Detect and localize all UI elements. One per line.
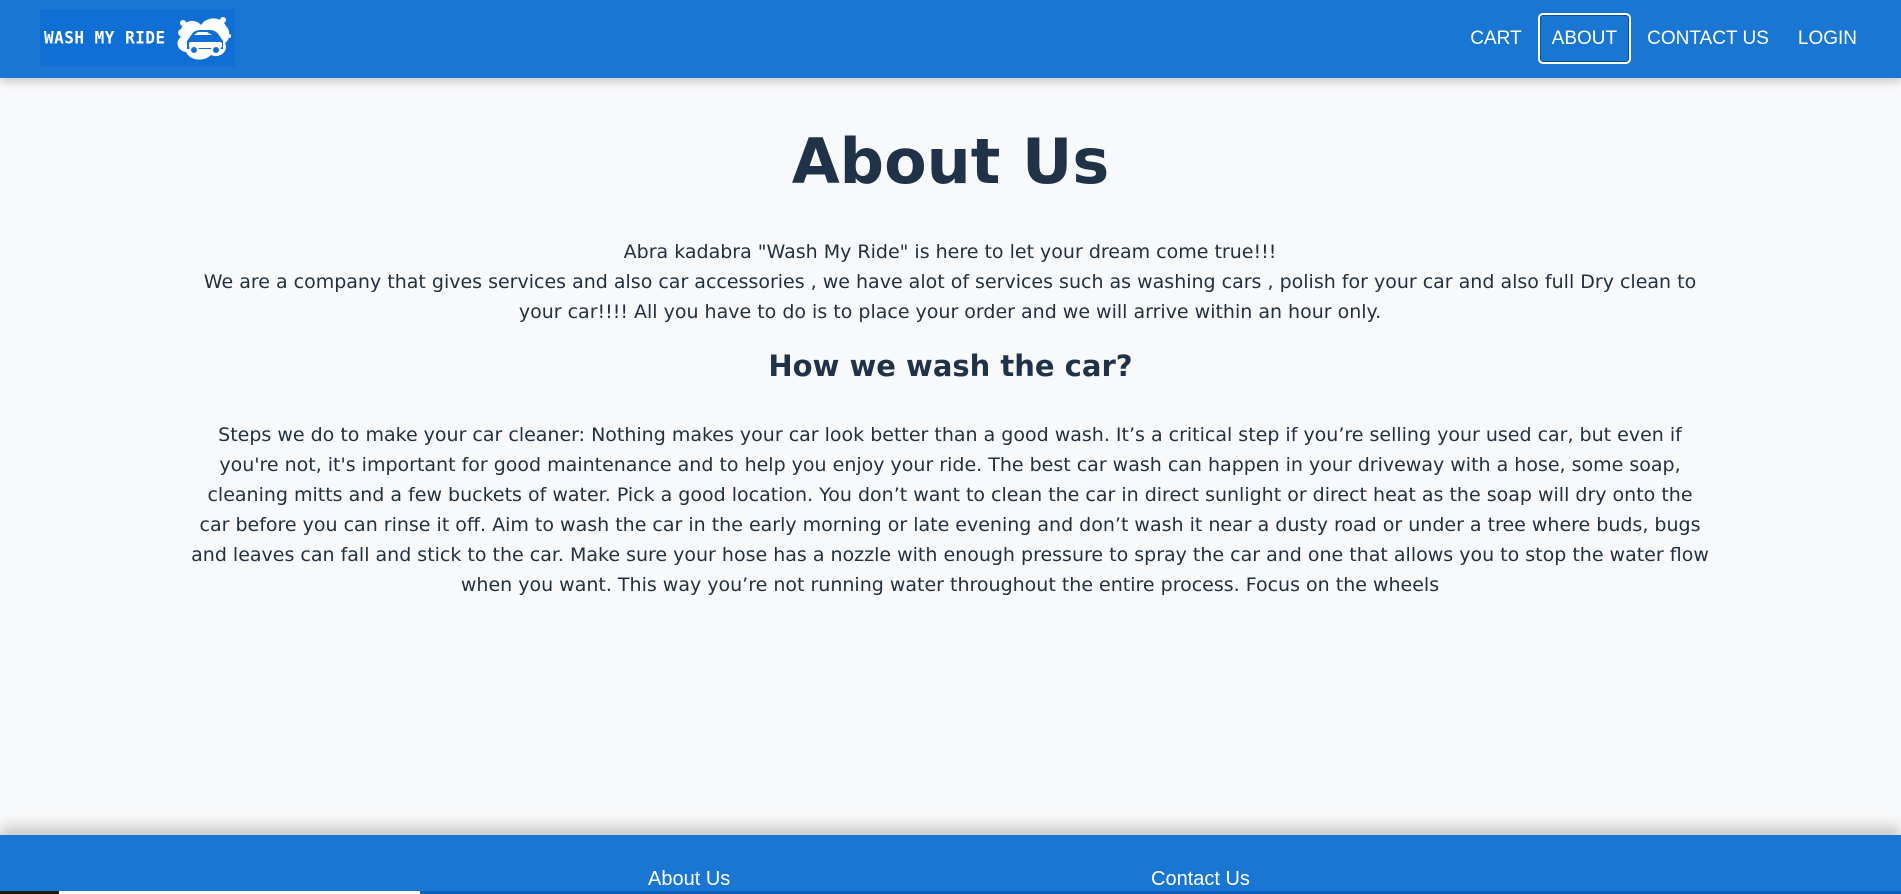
footer-about-heading: About Us (648, 868, 731, 890)
nav-login-link[interactable]: LOGIN (1785, 14, 1870, 63)
footer-contact-heading: Contact Us (1151, 868, 1250, 890)
nav-contact-link[interactable]: CONTACT US (1634, 14, 1782, 63)
company-description: We are a company that gives services and… (203, 271, 1697, 323)
logo-text: WASH MY RIDE (44, 27, 166, 48)
main-navigation: CART ABOUT CONTACT US LOGIN (1454, 12, 1870, 64)
about-content: About Us Abra kadabra "Wash My Ride" is … (0, 78, 1901, 835)
intro-tagline: Abra kadabra "Wash My Ride" is here to l… (623, 241, 1277, 263)
wash-my-ride-logo[interactable]: WASH MY RIDE (40, 9, 235, 66)
page-title: About Us (791, 125, 1110, 198)
intro-section: Abra kadabra "Wash My Ride" is here to l… (196, 237, 1704, 327)
about-page: WASH MY RIDE CART ABOUT CONTACT US LOGIN… (0, 0, 1901, 894)
car-wash-heading: How we wash the car? (768, 349, 1133, 383)
car-wash-icon (177, 17, 231, 60)
car-wash-steps: Steps we do to make your car cleaner: No… (191, 424, 1709, 596)
nav-cart-link[interactable]: CART (1457, 14, 1534, 63)
nav-about-link[interactable]: ABOUT (1537, 12, 1632, 64)
top-navigation: WASH MY RIDE CART ABOUT CONTACT US LOGIN (0, 0, 1901, 78)
site-footer: About Us Contact Us (0, 835, 1901, 894)
